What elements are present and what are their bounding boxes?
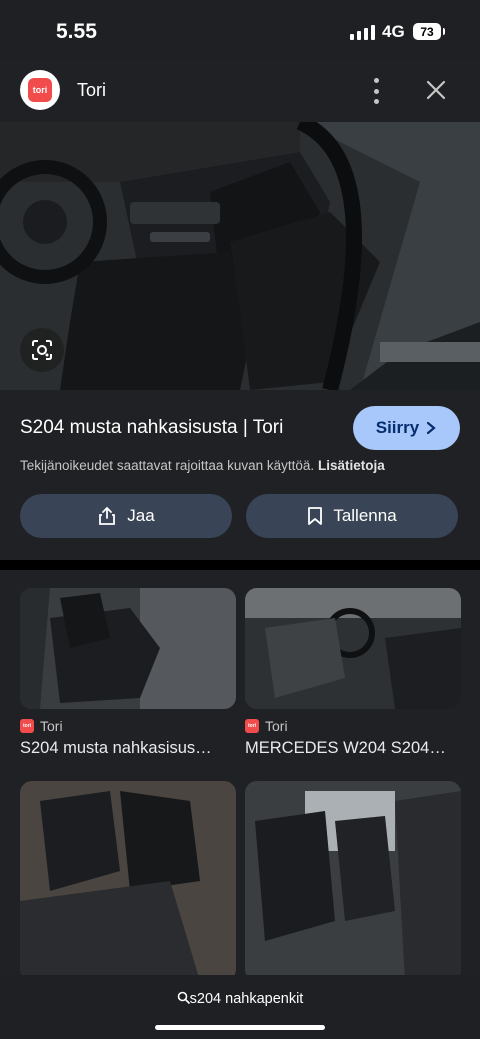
result-card[interactable]: tori Tori S204 musta nahkasisus… <box>20 588 236 758</box>
clock: 5.55 <box>56 20 97 43</box>
related-results: tori Tori S204 musta nahkasisus… tori To… <box>0 570 480 975</box>
divider <box>0 560 480 570</box>
copyright-text: Tekijänoikeudet saattavat rajoittaa kuva… <box>20 458 315 473</box>
copyright-notice: Tekijänoikeudet saattavat rajoittaa kuva… <box>20 458 385 473</box>
tori-favicon-icon: tori <box>20 719 34 733</box>
tori-logo-icon: tori <box>28 78 52 102</box>
visit-button-label: Siirry <box>375 418 420 437</box>
result-thumbnail[interactable] <box>20 588 236 709</box>
site-name[interactable]: Tori <box>77 80 106 101</box>
tori-favicon-icon: tori <box>245 719 259 733</box>
share-button[interactable]: Jaa <box>20 494 232 538</box>
preview-header: tori Tori <box>0 60 480 122</box>
result-image <box>245 588 461 709</box>
network-type: 4G <box>382 22 405 41</box>
bookmark-icon <box>308 507 323 525</box>
result-thumbnail[interactable] <box>245 588 461 709</box>
battery-level: 73 <box>420 24 434 39</box>
result-title[interactable]: S204 musta nahkasisus… <box>20 739 230 758</box>
result-title[interactable]: MERCEDES W204 S204… <box>245 739 455 758</box>
result-source: tori Tori <box>20 718 236 734</box>
result-title[interactable]: S204 musta nahkasisusta | Tori <box>20 417 283 439</box>
result-card[interactable] <box>20 781 236 975</box>
more-options-icon[interactable] <box>366 78 386 104</box>
search-query[interactable]: s204 nahkapenkit <box>0 991 480 1007</box>
result-source-name: Tori <box>40 718 63 734</box>
search-query-text: s204 nahkapenkit <box>189 991 304 1007</box>
battery-icon: 73 <box>413 23 445 40</box>
result-image <box>245 781 461 975</box>
visit-button[interactable]: Siirry <box>353 406 460 450</box>
status-bar: 5.55 4G 73 <box>0 0 480 60</box>
share-label: Jaa <box>127 506 155 525</box>
site-logo: tori <box>20 70 60 110</box>
result-thumbnail[interactable] <box>245 781 461 975</box>
car-interior-photo <box>0 122 480 390</box>
lens-icon <box>32 340 52 360</box>
signal-icon <box>350 25 375 40</box>
result-thumbnail[interactable] <box>20 781 236 975</box>
save-label: Tallenna <box>333 506 397 525</box>
close-icon[interactable] <box>425 79 447 101</box>
result-image <box>20 781 236 975</box>
share-icon <box>99 506 116 525</box>
preview-image[interactable] <box>0 122 480 390</box>
learn-more-link[interactable]: Lisätietoja <box>318 458 385 473</box>
bottom-search-bar[interactable]: s204 nahkapenkit <box>0 975 480 1039</box>
image-preview-sheet: tori Tori S204 musta nahkasisusta | Tori… <box>0 60 480 560</box>
save-button[interactable]: Tallenna <box>246 494 458 538</box>
lens-search-button[interactable] <box>20 328 64 372</box>
result-card[interactable]: tori Tori MERCEDES W204 S204… <box>245 588 461 758</box>
search-icon <box>177 991 190 1004</box>
home-indicator[interactable] <box>155 1025 325 1030</box>
result-image <box>20 588 236 709</box>
chevron-right-icon <box>427 421 436 435</box>
result-source-name: Tori <box>265 718 288 734</box>
result-card[interactable] <box>245 781 461 975</box>
result-source: tori Tori <box>245 718 461 734</box>
